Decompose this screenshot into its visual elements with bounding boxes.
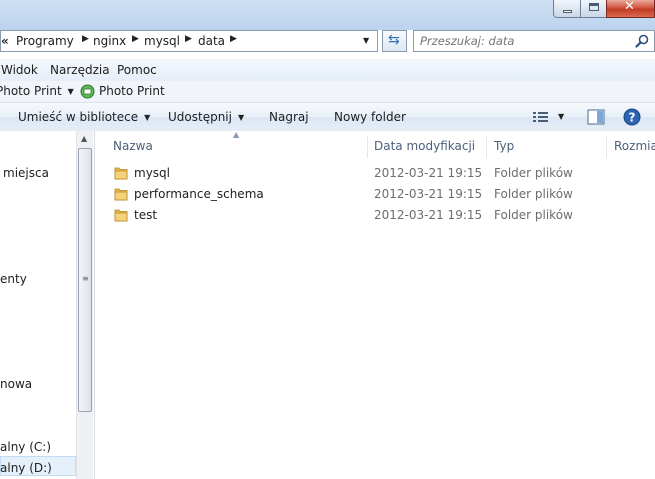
nav-scrollbar[interactable]: ▲ ≡: [76, 131, 93, 479]
menu-narzedzia[interactable]: Narzędzia: [50, 63, 110, 77]
address-history-dropdown[interactable]: ▼: [357, 30, 378, 52]
chevron-down-icon: ▼: [363, 36, 370, 45]
file-type: Folder plików: [494, 208, 573, 222]
minimize-icon: [563, 10, 572, 13]
breadcrumb-data[interactable]: data: [198, 34, 225, 48]
chevron-right-icon[interactable]: ▶: [82, 34, 89, 44]
new-folder-button[interactable]: Nowy folder: [334, 110, 406, 124]
share-button[interactable]: Udostępnij ▼: [168, 110, 244, 124]
chevron-right-icon[interactable]: ▶: [185, 34, 192, 44]
column-header-date[interactable]: Data modyfikacji: [374, 139, 475, 153]
folder-icon: [114, 188, 128, 201]
view-options-icon[interactable]: [533, 111, 549, 124]
search-input[interactable]: [418, 33, 622, 49]
folder-icon: [114, 209, 128, 222]
photo-print-toolbar: Photo Print ▼ Photo Print: [0, 81, 655, 103]
maximize-button[interactable]: [580, 0, 607, 18]
breadcrumb-programy[interactable]: Programy: [16, 34, 74, 48]
photo-print-icon: [80, 84, 95, 99]
scroll-thumb[interactable]: ≡: [78, 148, 92, 412]
chevron-right-icon[interactable]: ▶: [132, 34, 139, 44]
file-date: 2012-03-21 19:15: [374, 187, 483, 201]
include-in-library-button[interactable]: Umieść w bibliotece ▼: [18, 110, 150, 124]
breadcrumb-overflow[interactable]: «: [1, 34, 9, 48]
sort-ascending-icon: ▲: [233, 130, 240, 139]
nav-item-drive-c[interactable]: alny (C:): [0, 440, 51, 454]
preview-pane-icon[interactable]: [587, 109, 605, 125]
table-row[interactable]: performance_schema 2012-03-21 19:15 Fold…: [109, 185, 639, 205]
column-divider[interactable]: [606, 136, 607, 158]
nav-item-drive-d[interactable]: alny (D:): [0, 461, 52, 475]
file-name: test: [134, 208, 158, 222]
file-date: 2012-03-21 19:15: [374, 208, 483, 222]
file-type: Folder plików: [494, 166, 573, 180]
file-name: performance_schema: [134, 187, 264, 201]
chevron-down-icon[interactable]: ▼: [558, 112, 564, 121]
refresh-icon: ⇆: [388, 32, 400, 48]
svg-text:?: ?: [629, 111, 636, 125]
photo-print-button[interactable]: Photo Print: [99, 84, 165, 98]
search-box[interactable]: [413, 30, 655, 52]
column-divider[interactable]: [486, 136, 487, 158]
chevron-down-icon: ▼: [237, 113, 245, 122]
help-icon[interactable]: ?: [623, 108, 641, 126]
table-row[interactable]: test 2012-03-21 19:15 Folder plików: [109, 206, 639, 226]
column-header-type[interactable]: Typ: [494, 139, 514, 153]
column-divider[interactable]: [367, 136, 368, 158]
minimize-button[interactable]: [553, 0, 581, 18]
grip-icon: ≡: [82, 274, 89, 283]
search-icon[interactable]: [634, 33, 650, 49]
file-type: Folder plików: [494, 187, 573, 201]
file-name: mysql: [134, 166, 170, 180]
breadcrumb-nginx[interactable]: nginx: [93, 34, 126, 48]
file-list: ▲ Nazwa Data modyfikacji Typ Rozmiar mys…: [95, 130, 655, 479]
refresh-button[interactable]: ⇆: [382, 30, 407, 52]
command-bar: Umieść w bibliotece ▼ Udostępnij ▼ Nagraj …: [0, 103, 655, 132]
chevron-down-icon: ▼: [144, 113, 151, 122]
maximize-icon: [589, 3, 599, 11]
nav-item-places[interactable]: miejsca: [3, 166, 49, 180]
chevron-right-icon[interactable]: ▶: [230, 34, 237, 44]
chevron-down-icon: ▼: [67, 87, 74, 96]
burn-button[interactable]: Nagraj: [269, 110, 309, 124]
close-icon: ✕: [624, 0, 635, 14]
menu-widok[interactable]: Widok: [1, 63, 38, 77]
photo-print-menu[interactable]: Photo Print ▼: [0, 84, 74, 98]
table-row[interactable]: mysql 2012-03-21 19:15 Folder plików: [109, 164, 639, 184]
file-date: 2012-03-21 19:15: [374, 166, 483, 180]
breadcrumb-mysql[interactable]: mysql: [144, 34, 180, 48]
scroll-up-button[interactable]: ▲: [77, 131, 93, 147]
column-header-size[interactable]: Rozmiar: [614, 139, 655, 153]
menu-bar: Widok Narzędzia Pomoc: [0, 59, 655, 81]
address-bar[interactable]: « Programy ▶ nginx ▶ mysql ▶ data ▶: [0, 30, 378, 52]
folder-icon: [114, 167, 128, 180]
column-header-name[interactable]: Nazwa: [113, 139, 153, 153]
nav-item-documents[interactable]: enty: [0, 272, 27, 286]
chevron-up-icon: ▲: [81, 134, 88, 143]
menu-pomoc[interactable]: Pomoc: [117, 63, 157, 77]
nav-item-new-volume[interactable]: nowa: [0, 377, 32, 391]
close-button[interactable]: ✕: [606, 0, 655, 18]
